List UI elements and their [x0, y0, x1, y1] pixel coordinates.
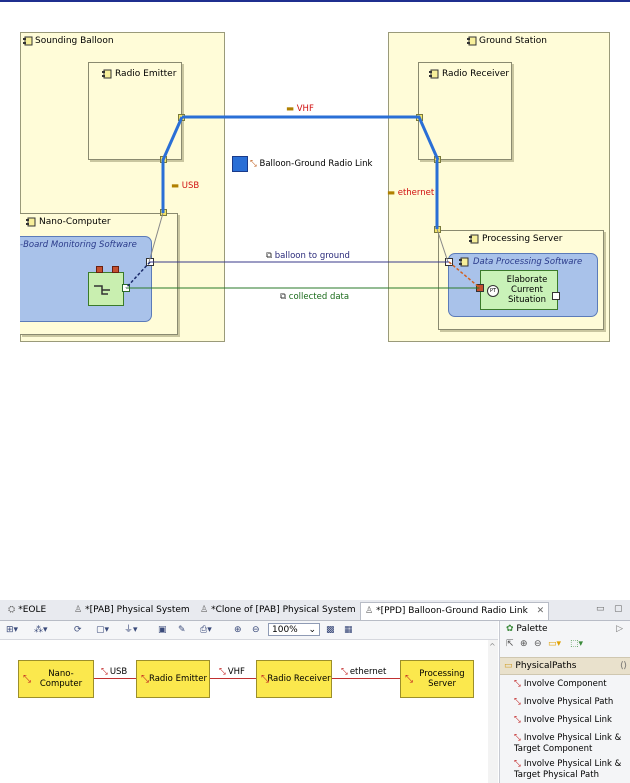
scroll-up-icon[interactable]: ^	[489, 642, 496, 651]
palette-item-involve-link-target-component[interactable]: ⤡ Involve Physical Link & Target Componen…	[514, 733, 626, 755]
edge-usb[interactable]	[94, 678, 136, 679]
palette-icon: ✿	[506, 624, 514, 634]
collapse-palette-icon[interactable]: ▷	[616, 621, 623, 638]
physical-link-icon: ⤡	[341, 667, 348, 677]
minimize-icon[interactable]: ▭	[596, 604, 605, 614]
filter-icon[interactable]: ⏚▾	[124, 623, 138, 637]
diagram-icon: ♙	[365, 606, 374, 616]
diagram-icon: ♙	[74, 605, 83, 615]
physical-link-icon: ⤡	[219, 667, 226, 677]
links-layer	[125, 115, 481, 289]
involve-icon: ⤡	[514, 759, 521, 769]
layers-icon[interactable]: ▢▾	[96, 623, 109, 637]
select-all-icon[interactable]: ▣	[158, 623, 167, 637]
physical-link-icon: ⤡	[101, 667, 108, 677]
physical-component-icon: ⤡	[141, 674, 149, 685]
zoom-out-tool-icon[interactable]: ⊖	[534, 639, 542, 649]
zoom-in-tool-icon[interactable]: ⊕	[520, 639, 528, 649]
component-exchange-icon: ⧉	[266, 251, 273, 261]
palette-section-physicalpaths[interactable]: ▭ PhysicalPaths ⟨⟩	[500, 657, 630, 675]
tab-ppd-balloon-ground-radio-link[interactable]: ♙ *[PPD] Balloon-Ground Radio Link ✕	[360, 602, 550, 620]
physical-path-icon: ⤡	[250, 159, 257, 169]
palette-item-involve-physical-link[interactable]: ⤡ Involve Physical Link	[514, 715, 624, 726]
path-node-nano-computer[interactable]: ⤡ Nano-Computer	[18, 660, 94, 698]
path-label: ⤡ Balloon-Ground Radio Link	[250, 159, 373, 169]
path-color-swatch	[232, 156, 248, 172]
palette-item-involve-physical-path[interactable]: ⤡ Involve Physical Path	[514, 697, 624, 708]
diagram-icon: ♙	[200, 605, 209, 615]
shape-tool-icon[interactable]: ⬚▾	[570, 639, 583, 649]
maximize-icon[interactable]: ▢	[614, 604, 623, 614]
palette-tools: ⇱ ⊕ ⊖ ▭▾ ⬚▾	[500, 639, 630, 655]
path-node-radio-receiver[interactable]: ⤡ Radio Receiver	[256, 660, 332, 698]
ethernet-link-label: ▬ ethernet	[387, 188, 435, 198]
involve-icon: ⤡	[514, 679, 521, 689]
diagram-settings-icon[interactable]: ▦	[344, 623, 353, 637]
vertical-scrollbar[interactable]: ^	[488, 640, 498, 783]
involve-icon: ⤡	[514, 697, 521, 707]
exchange-label-balloon-to-ground: ⧉ balloon to ground	[266, 251, 350, 261]
refresh-icon[interactable]: ⟳	[74, 623, 82, 637]
select-tool-icon[interactable]: ⇱	[506, 639, 514, 649]
physical-link-icon: ▬	[387, 188, 396, 198]
tab-eole[interactable]: ⛭ *EOLE	[4, 602, 50, 619]
edge-ethernet[interactable]	[332, 678, 400, 679]
editor-tabs: ⛭ *EOLE ♙ *[PAB] Physical System ♙ *Clone o…	[0, 600, 630, 621]
palette-item-involve-link-target-path[interactable]: ⤡ Involve Physical Link & Target Physical…	[514, 759, 626, 781]
palette-item-involve-component[interactable]: ⤡ Involve Component	[514, 679, 624, 690]
project-icon: ⛭	[8, 605, 16, 615]
export-icon[interactable]: ⎙▾	[200, 623, 212, 637]
palette-header: ✿ Palette ▷	[500, 621, 630, 638]
involve-icon: ⤡	[514, 733, 521, 743]
tab-clone-pab-physical-system[interactable]: ♙ *Clone of [PAB] Physical System	[196, 602, 360, 619]
edge-label-ethernet: ⤡ ethernet	[341, 667, 387, 677]
note-tool-icon[interactable]: ▭▾	[548, 639, 561, 649]
section-toggle-icon[interactable]: ⟨⟩	[620, 658, 627, 674]
edge-label-usb: ⤡ USB	[101, 667, 128, 677]
zoom-out-icon[interactable]: ⊖	[252, 623, 260, 637]
edge-vhf[interactable]	[210, 678, 256, 679]
physical-link-icon: ▬	[171, 181, 180, 191]
involve-icon: ⤡	[514, 715, 521, 725]
path-node-radio-emitter[interactable]: ⤡ Radio Emitter	[136, 660, 210, 698]
zoom-select[interactable]: 100% ⌄	[268, 623, 320, 636]
tab-pab-physical-system[interactable]: ♙ *[PAB] Physical System	[70, 602, 194, 619]
arrange-icon[interactable]: ⊞▾	[6, 623, 18, 637]
edge-label-vhf: ⤡ VHF	[219, 667, 245, 677]
zoom-in-icon[interactable]: ⊕	[234, 623, 242, 637]
physical-component-icon: ⤡	[405, 674, 413, 685]
usb-link-label: ▬ USB	[171, 181, 200, 191]
exchange-label-collected-data: ⧉ collected data	[280, 292, 350, 302]
edit-icon[interactable]: ✎	[178, 623, 186, 637]
physical-link-icon: ▬	[286, 104, 295, 114]
physical-component-icon: ⤡	[261, 674, 269, 685]
component-exchange-icon: ⧉	[280, 292, 287, 302]
close-tab-icon[interactable]: ✕	[537, 606, 545, 616]
palette: ✿ Palette ▷ ⇱ ⊕ ⊖ ▭▾ ⬚▾ ▭ PhysicalPaths …	[499, 621, 630, 783]
camera-icon[interactable]: ▩	[326, 623, 335, 637]
physical-component-icon: ⤡	[23, 674, 31, 685]
path-node-processing-server[interactable]: ⤡ Processing Server	[400, 660, 474, 698]
vhf-link-label: ▬ VHF	[286, 104, 314, 114]
diagram-toolbar: ⊞▾ ⁂▾ ⟳ ▢▾ ⏚▾ ▣ ✎ ⎙▾ ⊕ ⊖ 100% ⌄ ▩ ▦	[0, 621, 498, 640]
folder-icon: ▭	[504, 661, 513, 671]
filters-icon[interactable]: ⁂▾	[34, 623, 48, 637]
